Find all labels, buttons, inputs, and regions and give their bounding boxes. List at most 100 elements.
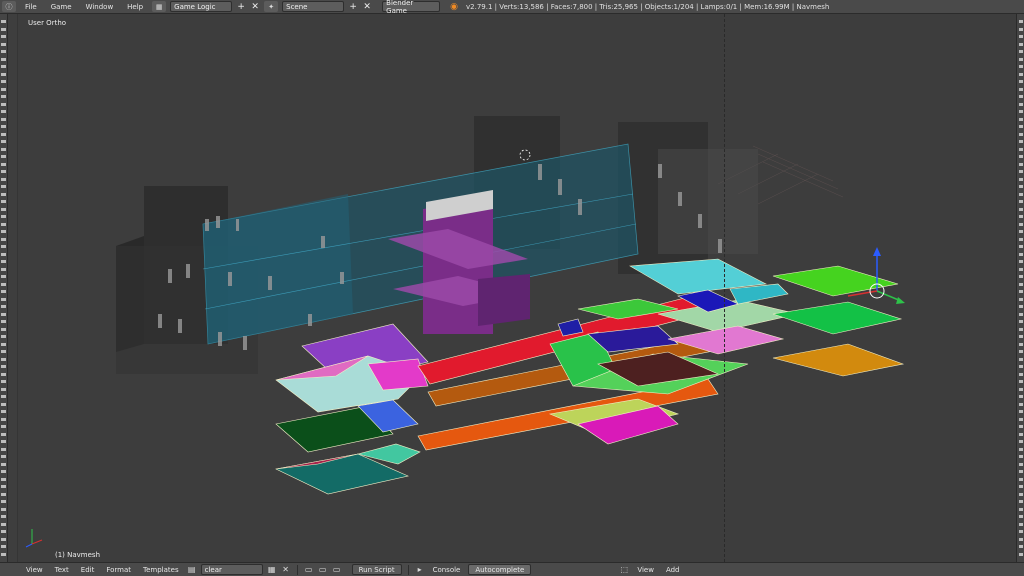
remove-layout-icon[interactable]: ✕ [250,2,260,12]
tab-notch [1019,215,1023,218]
autocomplete-button[interactable]: Autocomplete [468,564,532,575]
tab-notch [1,515,6,518]
render-engine-select[interactable]: Blender Game [382,0,441,15]
tab-notch [1,432,6,436]
tab-notch [1,320,6,323]
tab-notch [1,65,6,68]
tab-notch [1,147,6,151]
remove-scene-icon[interactable]: ✕ [362,2,372,12]
text-menu-edit[interactable]: Edit [77,566,99,574]
tab-notch [1,35,6,38]
tab-notch [1,50,6,53]
tool-shelf-tabs[interactable] [0,14,8,562]
tab-notch [1019,132,1023,136]
screen-layout-icon[interactable]: ▦ [152,1,167,12]
tab-notch [1,57,6,61]
tab-notch [1,297,6,301]
tab-notch [1019,305,1023,308]
text-datablock-icon[interactable]: ▤ [187,565,197,575]
tab-notch [1,350,6,353]
tab-notch [1,72,6,76]
tab-notch [1,545,6,548]
tab-notch [1,395,6,398]
console-label[interactable]: Console [429,566,465,574]
info-editor-icon[interactable]: ⓘ [2,1,16,12]
tab-notch [1,207,6,211]
tab-notch [1,357,6,361]
tab-notch [1,102,6,106]
tab-notch [1019,312,1023,316]
tab-notch [1019,552,1023,556]
tab-notch [1019,402,1023,406]
3d-viewport[interactable]: User Ortho (1) Navmesh [18,14,1016,562]
tab-notch [1019,237,1023,241]
top-info-bar: ⓘ File Game Window Help ▦ Game Logic + ✕… [0,0,1024,15]
menu-file[interactable]: File [20,3,42,11]
tab-notch [1,447,6,451]
view-name-label: User Ortho [28,19,67,27]
tab-notch [1019,485,1023,488]
tab-notch [1,27,6,31]
tab-notch [1019,537,1023,541]
text-menu-view[interactable]: View [22,566,47,574]
word-wrap-icon[interactable]: ▭ [318,565,328,575]
run-script-button[interactable]: Run Script [351,564,402,575]
scene-field[interactable]: Scene [282,1,345,12]
menu-window[interactable]: Window [81,3,119,11]
tab-notch [1019,492,1023,496]
tab-notch [1019,515,1023,518]
properties-tabs[interactable] [1016,14,1024,562]
tab-notch [1,462,6,466]
tab-notch [1019,200,1023,203]
tab-notch [1019,245,1023,248]
tab-notch [1,537,6,541]
tab-notch [1019,380,1023,383]
console-editor-icon[interactable]: ▸ [415,565,425,575]
text-datablock-field[interactable]: clear [200,564,263,575]
tab-notch [1,507,6,511]
tab-notch [1,335,6,338]
blender-logo-icon: ◉ [450,1,458,12]
tab-notch [1,200,6,203]
view3d-editor-icon[interactable]: ⬚ [619,565,629,575]
tab-notch [1,185,6,188]
tab-notch [1019,342,1023,346]
line-numbers-icon[interactable]: ▭ [304,565,314,575]
active-object-label: (1) Navmesh [55,551,101,559]
tab-notch [1019,470,1023,473]
tab-notch [1019,230,1023,233]
add-layout-icon[interactable]: + [236,2,246,12]
tab-notch [1,87,6,91]
menu-help[interactable]: Help [122,3,148,11]
text-menu-templates[interactable]: Templates [139,566,183,574]
tab-notch [1,477,6,481]
view3d-menu-view[interactable]: View [633,566,658,574]
text-menu-text[interactable]: Text [51,566,73,574]
tab-notch [1019,42,1023,46]
menu-game[interactable]: Game [46,3,77,11]
tab-notch [1,95,6,98]
scene-icon[interactable]: ✦ [264,1,279,12]
text-menu-format[interactable]: Format [102,566,135,574]
tab-notch [1,552,6,556]
axis-orientation-icon [25,529,43,548]
screen-layout-field[interactable]: Game Logic [170,1,233,12]
tab-notch [1,470,6,473]
tab-notch [1019,500,1023,503]
tab-notch [1019,87,1023,91]
tab-notch [1019,335,1023,338]
add-scene-icon[interactable]: + [348,2,358,12]
tab-notch [1,42,6,46]
tab-notch [1,230,6,233]
tab-notch [1019,147,1023,151]
new-text-icon[interactable]: ▦ [267,565,277,575]
tab-notch [1,110,6,113]
unlink-text-icon[interactable]: ✕ [281,565,291,575]
tab-notch [1019,522,1023,526]
tab-notch [1,155,6,158]
tab-notch [1019,530,1023,533]
view3d-menu-add[interactable]: Add [662,566,684,574]
tab-notch [1,290,6,293]
syntax-highlight-icon[interactable]: ▭ [332,565,342,575]
tab-notch [1019,192,1023,196]
